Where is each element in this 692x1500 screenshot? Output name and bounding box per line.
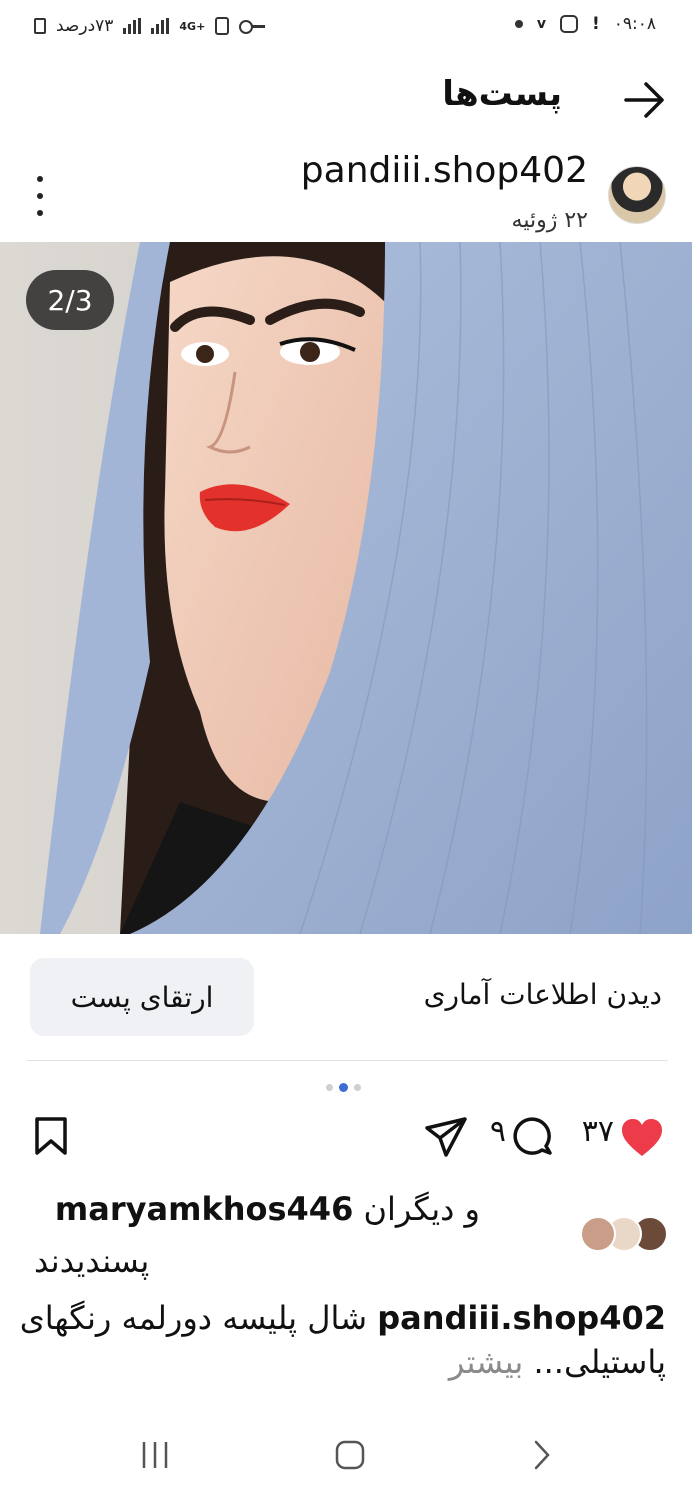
- status-bar: ۷۳درصد 4G+ v ! ۰۹:۰۸: [0, 0, 692, 54]
- dot-icon: [514, 20, 523, 28]
- page-title: پست‌ها: [442, 74, 562, 114]
- image-counter: 2/3: [26, 270, 114, 330]
- post-date: ۲۲ ژوئیه: [511, 208, 588, 233]
- likes-count[interactable]: ۳۷: [582, 1114, 614, 1149]
- comment-icon[interactable]: [512, 1116, 554, 1158]
- divider: [26, 1060, 668, 1061]
- post-photo-illustration: [0, 242, 692, 934]
- status-left: ۷۳درصد 4G+: [34, 16, 266, 36]
- bookmark-icon[interactable]: [34, 1116, 68, 1156]
- battery-icon: [34, 18, 46, 34]
- post-caption: pandiii.shop402 شال پلیسه دورلمه رنگهای …: [16, 1296, 666, 1384]
- alert-icon: !: [591, 14, 600, 34]
- more-options-icon[interactable]: [30, 176, 50, 216]
- boost-post-button[interactable]: ارتقای پست: [30, 958, 254, 1036]
- caption-more-link[interactable]: بیشتر: [449, 1343, 523, 1381]
- likes-summary[interactable]: و دیگران maryamkhos446: [0, 1186, 480, 1232]
- carousel-dot: [326, 1084, 333, 1091]
- back-arrow-icon[interactable]: [622, 80, 666, 120]
- status-right: v ! ۰۹:۰۸: [514, 14, 656, 34]
- battery-text: ۷۳درصد: [56, 16, 114, 36]
- chevron-down-icon: v: [536, 16, 546, 32]
- post-username[interactable]: pandiii.shop402: [301, 150, 588, 191]
- instagram-icon: [559, 15, 578, 33]
- carousel-dot-active: [339, 1083, 348, 1092]
- like-heart-icon[interactable]: [620, 1118, 664, 1158]
- likes-prefix: و دیگران: [363, 1190, 481, 1228]
- key-icon: [239, 20, 266, 34]
- network-label: 4G+: [179, 19, 206, 33]
- carousel-indicator: [326, 1083, 361, 1092]
- status-time: ۰۹:۰۸: [613, 14, 656, 34]
- likes-suffix: پسندیدند: [34, 1242, 150, 1280]
- liker-avatars[interactable]: [580, 1216, 668, 1252]
- liker-avatar: [580, 1216, 616, 1252]
- signal-icon-2: [151, 18, 170, 34]
- data-saver-icon: [215, 17, 230, 35]
- caption-username[interactable]: pandiii.shop402: [377, 1299, 666, 1337]
- liker-username[interactable]: maryamkhos446: [55, 1190, 353, 1228]
- view-insights-link[interactable]: دیدن اطلاعات آماری: [424, 978, 662, 1011]
- signal-icon: [123, 18, 142, 34]
- share-icon[interactable]: [424, 1116, 468, 1158]
- back-nav-icon[interactable]: [530, 1438, 554, 1476]
- recent-apps-icon[interactable]: [140, 1438, 170, 1476]
- post-image[interactable]: [0, 242, 692, 934]
- comments-count[interactable]: ۹: [490, 1114, 506, 1149]
- owner-avatar[interactable]: [608, 166, 666, 224]
- carousel-dot: [354, 1084, 361, 1091]
- home-icon[interactable]: [334, 1438, 366, 1476]
